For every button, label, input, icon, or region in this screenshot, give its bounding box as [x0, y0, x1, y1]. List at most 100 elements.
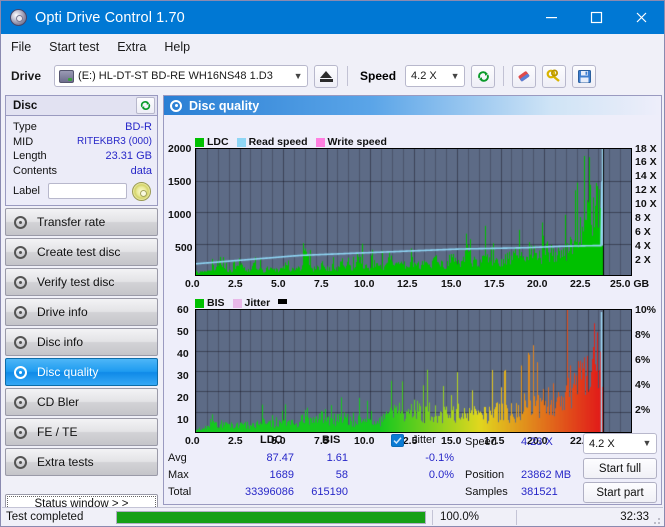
sidebar-item-disc-quality[interactable]: Disc quality	[5, 358, 158, 386]
ldc-xtick-10: 10.0	[354, 278, 375, 290]
stats-ldc-avg: 87.47	[266, 452, 294, 464]
legend-entry-read-speed: Read speed	[236, 136, 308, 148]
disc-quality-icon	[170, 99, 182, 112]
ldc-y2tick-8x: 8 X	[635, 212, 651, 224]
stats-ldc-max: 1689	[269, 469, 294, 481]
start-full-button[interactable]: Start full	[583, 458, 657, 479]
ldc-y2tick-6x: 6 X	[635, 226, 651, 238]
status-bar: Test completed 100.0% 32:33	[2, 507, 663, 526]
disc-contents-label: Contents	[13, 164, 58, 177]
disc-panel-title: Disc	[13, 99, 38, 112]
menu-bar: File Start test Extra Help	[1, 34, 664, 59]
sidebar-item-label: Disc info	[37, 335, 84, 349]
drive-select[interactable]: (E:) HL-DT-ST BD-RE WH16NS48 1.D3 ▼	[54, 65, 309, 87]
ldc-xtick-20: 20.0	[527, 278, 548, 290]
sidebar-item-label: Create test disc	[37, 245, 121, 259]
refresh-button[interactable]	[471, 64, 496, 88]
sidebar-item-verify-test-disc[interactable]: Verify test disc	[5, 268, 158, 296]
start-part-button[interactable]: Start part	[583, 482, 657, 503]
stats-jitter-avg: -0.1%	[425, 452, 454, 464]
erase-button[interactable]	[512, 64, 537, 88]
bis-plot-area	[195, 309, 632, 433]
disc-mid-value: RITEKBR3 (000)	[76, 136, 152, 148]
disc-icon	[14, 335, 27, 349]
bis-y2tick-2pct: 2%	[635, 404, 651, 416]
eraser-icon	[518, 70, 530, 81]
menu-help[interactable]: Help	[164, 40, 190, 54]
test-speed-select[interactable]: 4.2 X ▼	[583, 433, 657, 454]
menu-file[interactable]: File	[11, 40, 31, 54]
menu-extra[interactable]: Extra	[117, 40, 146, 54]
ldc-ytick-2000: 2000	[168, 143, 192, 155]
disc-type-value: BD-R	[125, 121, 152, 134]
drive-label: Drive	[11, 69, 42, 83]
legend-swatch-write-speed	[315, 137, 325, 147]
tools-button[interactable]	[542, 64, 567, 88]
disc-refresh-button[interactable]	[136, 97, 155, 114]
disc-icon	[14, 365, 27, 379]
close-icon[interactable]	[619, 1, 664, 34]
sidebar-item-disc-info[interactable]: Disc info	[5, 328, 158, 356]
disc-icon	[14, 215, 27, 229]
legend-label-ldc: LDC	[207, 136, 229, 148]
ldc-xtick-0: 0.0	[185, 278, 200, 290]
speed-select[interactable]: 4.2 X ▼	[405, 65, 466, 87]
ldc-xtick-25: 25.0 GB	[610, 278, 650, 290]
disc-label-label: Label	[13, 185, 40, 197]
sidebar-item-cd-bler[interactable]: CD Bler	[5, 388, 158, 416]
minimize-icon[interactable]	[529, 1, 574, 34]
sidebar-item-extra-tests[interactable]: Extra tests	[5, 448, 158, 476]
bis-y2tick-6pct: 6%	[635, 354, 651, 366]
disc-length-label: Length	[13, 150, 47, 163]
ldc-xtick-22.5: 22.5	[570, 278, 591, 290]
stats-row-label-max: Max	[168, 469, 189, 481]
drive-select-value: (E:) HL-DT-ST BD-RE WH16NS48 1.D3	[78, 70, 273, 82]
ldc-y2tick-2x: 2 X	[635, 254, 651, 266]
bis-y2tick-4pct: 4%	[635, 379, 651, 391]
menu-start-test[interactable]: Start test	[49, 40, 99, 54]
disc-icon	[14, 455, 27, 469]
disc-icon	[14, 245, 27, 259]
legend-label-read-speed: Read speed	[248, 136, 308, 148]
speed-label: Speed	[360, 69, 397, 83]
eject-button[interactable]	[314, 64, 339, 88]
save-button[interactable]	[572, 64, 597, 88]
test-speed-select-value: 4.2 X	[589, 437, 615, 450]
legend-label-bis: BIS	[207, 297, 225, 309]
bis-plot-canvas	[196, 310, 631, 432]
ldc-xtick-2.5: 2.5	[228, 278, 243, 290]
ldc-y2tick-14x: 14 X	[635, 170, 657, 182]
sidebar-item-label: Verify test disc	[37, 275, 115, 289]
ldc-ytick-500: 500	[175, 242, 193, 254]
bis-ytick-40: 40	[177, 348, 189, 360]
main-panel: Disc quality LDC Read speed Write speed	[163, 95, 662, 505]
main-panel-header: Disc quality	[164, 96, 661, 115]
sidebar-item-create-test-disc[interactable]: Create test disc	[5, 238, 158, 266]
bis-ytick-20: 20	[177, 392, 189, 404]
ldc-y2tick-4x: 4 X	[635, 240, 651, 252]
jitter-checkbox[interactable]	[391, 434, 404, 447]
statistics-panel: LDC BIS Avg Max Total 87.47 1689 3339608…	[164, 431, 661, 504]
resize-grip-icon[interactable]	[650, 514, 661, 525]
stats-speed-value: 4.23 X	[521, 436, 553, 448]
app-disc-icon	[10, 9, 27, 26]
stats-samples-label: Samples	[465, 486, 508, 498]
maximize-icon[interactable]	[574, 1, 619, 34]
refresh-icon	[477, 70, 489, 82]
sidebar-item-transfer-rate[interactable]: Transfer rate	[5, 208, 158, 236]
sidebar-item-fe-te[interactable]: FE / TE	[5, 418, 158, 446]
disc-icon	[14, 305, 27, 319]
save-icon	[577, 69, 591, 83]
disc-length-value: 23.31 GB	[105, 150, 152, 163]
sidebar-item-drive-info[interactable]: Drive info	[5, 298, 158, 326]
chevron-down-icon: ▼	[293, 70, 303, 81]
disc-icon	[14, 425, 27, 439]
disc-thumbnail-icon[interactable]	[132, 181, 151, 201]
ldc-y2tick-12x: 12 X	[635, 184, 657, 196]
speed-select-value: 4.2 X	[411, 70, 437, 82]
toolbar: Drive (E:) HL-DT-ST BD-RE WH16NS48 1.D3 …	[1, 59, 664, 93]
sidebar-item-label: CD Bler	[37, 395, 80, 409]
legend-entry-bis: BIS	[195, 297, 225, 309]
disc-row-length: Length 23.31 GB	[13, 149, 152, 164]
disc-label-input[interactable]	[48, 183, 127, 199]
